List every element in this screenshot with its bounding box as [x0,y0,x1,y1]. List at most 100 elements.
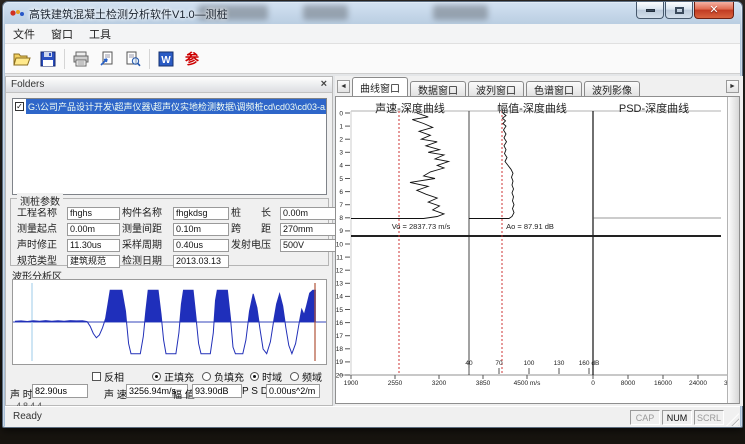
app-window: 高铁建筑混凝土检测分析软件V1.0—测桩 ✕ 文件 窗口 工具 [2,1,743,428]
minimize-icon [646,9,655,12]
readout-value-field[interactable]: 0.00us^2/m [266,384,320,398]
close-button[interactable]: ✕ [694,2,734,19]
param-label: 声时修正 [17,239,65,252]
checkbox-icon [92,372,101,381]
param-value-field[interactable]: 500V [280,239,338,252]
readout-value-field[interactable]: 93.90dB [192,384,242,398]
param-value-field[interactable]: 0.10m [173,223,229,236]
tab-1[interactable]: 曲线窗口 [352,77,408,96]
svg-text:14: 14 [336,294,343,301]
svg-text:9: 9 [339,228,343,235]
chart-title-amplitude: 幅值-深度曲线 [497,100,567,116]
parameters-button[interactable]: 参 [179,47,205,71]
svg-text:3: 3 [339,150,343,157]
svg-text:6: 6 [339,189,343,196]
fill-negative-label: 负填充 [214,369,244,384]
fill-negative-radio[interactable]: 负填充 [202,369,244,384]
param-label: 检测日期 [122,255,171,268]
svg-text:11: 11 [336,254,343,261]
panel-close-icon[interactable]: × [321,79,327,90]
readout-row: 声 时82.90us声 速3256.94m/s幅 值93.90dBP S D0.… [6,384,332,399]
folders-panel: Folders × ✓ G:\公司产品设计开发\超声仪器\超声仪实地检测数据\调… [5,76,333,406]
client-area: Folders × ✓ G:\公司产品设计开发\超声仪器\超声仪实地检测数据\调… [5,74,740,406]
tab-scroll-left-button[interactable]: ◄ [337,80,350,93]
menu-window[interactable]: 窗口 [43,24,81,44]
open-file-button[interactable] [9,47,35,71]
file-list[interactable]: ✓ G:\公司产品设计开发\超声仪器\超声仪实地检测数据\调频桩cd\cd03\… [12,98,327,195]
maximize-button[interactable] [665,2,693,19]
param-value-field[interactable]: 270mm [280,223,338,236]
fill-positive-radio[interactable]: 正填充 [152,369,194,384]
readout-value-field[interactable]: 82.90us [32,384,88,398]
open-folder-icon [13,51,31,67]
toolbar-separator [149,49,150,69]
folders-panel-header: Folders × [6,77,332,93]
param-label: 测量起点 [17,223,65,236]
param-value-field[interactable]: 0.40us [173,239,229,252]
readout-label: P S D [242,386,268,397]
tab-3[interactable]: 波列窗口 [468,81,524,96]
resize-grip[interactable] [726,413,739,426]
time-domain-radio[interactable]: 时域 [250,369,282,384]
invert-checkbox[interactable]: 反相 [92,369,124,384]
freq-domain-label: 频域 [302,369,322,384]
menu-file[interactable]: 文件 [5,24,43,44]
menu-tools[interactable]: 工具 [81,24,119,44]
print-button[interactable] [68,47,94,71]
param-value-field[interactable]: 0.00m [67,223,120,236]
app-icon [10,6,25,20]
svg-text:5: 5 [339,176,343,183]
radio-icon [250,372,259,381]
svg-text:8: 8 [339,215,343,222]
param-value-field[interactable]: fhgkdsg [173,207,229,220]
waveform-plot [13,280,326,364]
checkbox-icon[interactable]: ✓ [15,102,24,111]
svg-text:160 dB: 160 dB [579,360,600,367]
svg-text:130: 130 [554,360,565,367]
tab-4[interactable]: 色谱窗口 [526,81,582,96]
param-value-field[interactable]: 2013.03.13 [173,255,229,268]
freq-domain-radio[interactable]: 频域 [290,369,322,384]
status-bar: Ready CAPNUMSCRL [5,406,740,427]
save-button[interactable] [35,47,61,71]
chart-panel: ◄ 曲线窗口数据窗口波列窗口色谱窗口波列影像 ► 声速-深度曲线 幅值-深度曲线… [335,76,743,406]
minimize-button[interactable] [636,2,664,19]
status-cell-cap: CAP [630,410,660,425]
chevron-left-icon: ◄ [340,83,347,90]
list-item[interactable]: ✓ G:\公司产品设计开发\超声仪器\超声仪实地检测数据\调频桩cd\cd03\… [13,99,326,113]
parameters-char-icon: 参 [185,49,199,69]
svg-text:10: 10 [336,241,343,248]
export-button[interactable] [94,47,120,71]
param-value-field[interactable]: 建筑规范 [67,255,120,268]
svg-text:15: 15 [336,307,343,314]
tab-strip: ◄ 曲线窗口数据窗口波列窗口色谱窗口波列影像 ► [335,76,743,96]
svg-text:12: 12 [336,268,343,275]
waveform-display[interactable] [12,279,327,365]
tab-5[interactable]: 波列影像 [584,81,640,96]
svg-text:3200: 3200 [432,380,447,387]
vertical-scrollbar[interactable] [727,97,739,403]
param-label: 规范类型 [17,255,65,268]
preview-magnifier-icon [125,51,141,67]
print-preview-button[interactable] [120,47,146,71]
tab-2[interactable]: 数据窗口 [410,81,466,96]
chevron-right-icon: ► [729,83,736,90]
toolbar-separator [64,49,65,69]
file-path: G:\公司产品设计开发\超声仪器\超声仪实地检测数据\调频桩cd\cd03\cd… [26,99,326,114]
title-bar[interactable]: 高铁建筑混凝土检测分析软件V1.0—测桩 ✕ [3,2,742,24]
chart-title-velocity: 声速-深度曲线 [375,100,445,116]
param-value-field[interactable]: 11.30us [67,239,120,252]
param-value-field[interactable]: 0.00m [280,207,338,220]
status-indicators: CAPNUMSCRL [630,410,724,425]
chart-area[interactable]: 声速-深度曲线 幅值-深度曲线 PSD-深度曲线 012345678910111… [335,96,740,404]
svg-text:W: W [161,55,171,66]
printer-icon [72,51,90,67]
svg-text:18: 18 [336,346,343,353]
tab-scroll-right-button[interactable]: ► [726,80,739,93]
radio-icon [290,372,299,381]
svg-text:40: 40 [465,360,473,367]
param-value-field[interactable]: fhghs [67,207,120,220]
svg-text:100: 100 [524,360,535,367]
word-report-button[interactable]: W [153,47,179,71]
tabs: 曲线窗口数据窗口波列窗口色谱窗口波列影像 [352,76,642,96]
